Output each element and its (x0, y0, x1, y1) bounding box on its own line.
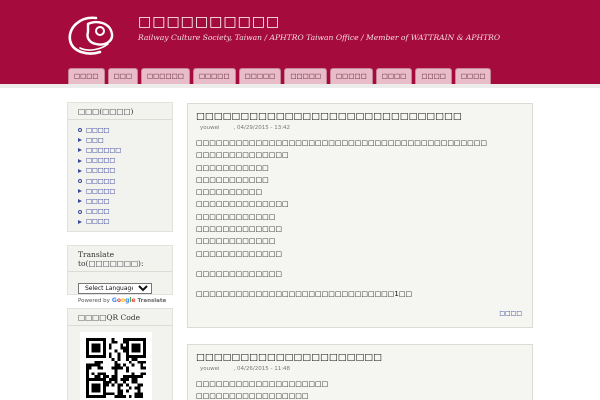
sidebar-menu-block: □□□(□□□□) □□□□ □□□ □□□□□□ □□□□□ □□□□□ □□… (67, 102, 173, 232)
body-line: □□□□□□□□□□□ (196, 163, 269, 172)
site-header: □□□□□□□□□□ Railway Culture Society, Taiw… (0, 0, 600, 84)
nav-tab-6[interactable]: □□□□□ (284, 68, 328, 84)
nav-tab-2[interactable]: □□□ (107, 68, 139, 84)
powered-by-google: Powered by Google Translate (78, 297, 172, 304)
body-line: □□□□□□□□□□□□□□ (196, 200, 289, 209)
body-line: □□□□□□□□□□□□□□□□□□□□□□□□□□□□□□□□□□□□□□□□… (196, 139, 488, 147)
article-body: □□□□□□□□□□□□□□□□□□□□□□□□□□□□□□□□□□□□□□□□… (196, 137, 532, 301)
post-date: , 04/26/2015 - 11:48 (233, 366, 291, 372)
body-line: □□□□□□□□□□□□□ (196, 249, 282, 258)
body-line: □□□□□□□□□□ (196, 188, 263, 197)
circle-bullet-icon (78, 179, 82, 184)
sidebar-item-label: □□□□□ (86, 177, 116, 185)
nav-tab-10[interactable]: □□□□ (454, 68, 492, 84)
qr-code-icon (80, 332, 152, 400)
triangle-bullet-icon (78, 219, 82, 224)
sidebar-menu-item[interactable]: □□□ (78, 135, 162, 145)
author-name[interactable]: youwei (200, 366, 220, 372)
body-line: □□□□□□□□□□□ (196, 175, 269, 184)
body-line: □□□□□□□□□□□□□□□□□ (196, 392, 309, 400)
sidebar-item-label: □□□□□ (86, 157, 116, 165)
sidebar-menu-item[interactable]: □□□□□ (78, 186, 162, 196)
powered-by-label: Powered by (78, 297, 110, 304)
sidebar-item-label: □□□□ (86, 126, 110, 134)
body-line: □□□□□□□□□□□□□ (196, 269, 282, 278)
article-meta: youwei , 04/29/2015 - 13:42 (200, 125, 532, 131)
article-teaser: □□□□□□□□□□□□□□□□□□□□□ youwei , 04/26/2015… (187, 344, 533, 400)
train-logo-icon[interactable] (66, 12, 118, 58)
sidebar-item-label: □□□□□□ (86, 146, 122, 154)
nav-tab-5[interactable]: □□□□□ (238, 68, 282, 84)
circle-bullet-icon (78, 209, 82, 214)
nav-tab-4[interactable]: □□□□□ (192, 68, 236, 84)
sidebar-item-label: □□□ (86, 136, 104, 144)
triangle-bullet-icon (78, 138, 82, 143)
nav-tab-1[interactable]: □□□□ (68, 68, 105, 84)
article-title-link[interactable]: □□□□□□□□□□□□□□□□□□□□□□□□□□□□□□ (196, 111, 532, 122)
translate-block: Translate to(□□□□□□□): Select Language P… (67, 245, 173, 304)
sidebar-menu-item[interactable]: □□□□□ (78, 176, 162, 186)
body-line: □□□□□□□□□□□□ (196, 237, 276, 246)
google-translate-link[interactable]: Translate (138, 298, 167, 304)
site-slogan: Railway Culture Society, Taiwan / APHTRO… (138, 33, 501, 42)
body-line: □□□□□□□□□□□□□□□□□□□□ (196, 380, 329, 388)
sidebar-menu-item[interactable]: □□□□ (78, 217, 162, 227)
triangle-bullet-icon (78, 189, 82, 194)
body-line: □□□□□□□□□□□□□ (196, 225, 282, 234)
primary-nav: □□□□ □□□ □□□□□□ □□□□□ □□□□□ □□□□□ □□□□□ … (68, 68, 492, 84)
article-meta: youwei , 04/26/2015 - 11:48 (200, 366, 532, 372)
qr-code-block: □□□□QR Code (67, 308, 173, 400)
nav-tab-7[interactable]: □□□□□ (330, 68, 373, 84)
sidebar-menu-item[interactable]: □□□□□ (78, 156, 162, 166)
site-name[interactable]: □□□□□□□□□□ (138, 14, 280, 30)
body-line: □□□□□□□□□□□□ (196, 212, 276, 221)
triangle-bullet-icon (78, 199, 82, 204)
sidebar-menu-item[interactable]: □□□□ (78, 125, 162, 135)
sidebar-menu-item[interactable]: □□□□□□ (78, 145, 162, 155)
sidebar-item-label: □□□□ (86, 218, 110, 226)
sidebar-menu: □□□□ □□□ □□□□□□ □□□□□ □□□□□ □□□□□ □□□□□ … (68, 123, 172, 227)
triangle-bullet-icon (78, 158, 82, 163)
article-body: □□□□□□□□□□□□□□□□□□□□ □□□□□□□□□□□□□□□□□ (196, 378, 532, 400)
read-more-link[interactable]: □□□□ (499, 310, 522, 317)
nav-tab-9[interactable]: □□□□ (415, 68, 452, 84)
sidebar-menu-item[interactable]: □□□□ (78, 196, 162, 206)
menu-block-title: □□□(□□□□) (68, 103, 172, 120)
sidebar-menu-item[interactable]: □□□□ (78, 207, 162, 217)
body-line: □□□□□□□□□□□□□□ (196, 151, 289, 160)
post-date: , 04/29/2015 - 13:42 (233, 125, 291, 131)
sidebar-item-label: □□□□ (86, 208, 110, 216)
sidebar-menu-item[interactable]: □□□□□ (78, 166, 162, 176)
nav-tab-8[interactable]: □□□□ (375, 68, 413, 84)
article-title-link[interactable]: □□□□□□□□□□□□□□□□□□□□□ (196, 352, 532, 363)
triangle-bullet-icon (78, 148, 82, 153)
article-teaser: □□□□□□□□□□□□□□□□□□□□□□□□□□□□□□ youwei, 0… (187, 103, 533, 328)
google-logo-icon: Google (111, 297, 136, 304)
sidebar-item-label: □□□□□ (86, 187, 116, 195)
header-divider (0, 84, 600, 88)
nav-tab-3[interactable]: □□□□□□ (141, 68, 190, 84)
language-select[interactable]: Select Language (78, 283, 152, 294)
triangle-bullet-icon (78, 168, 82, 173)
qr-block-title: □□□□QR Code (68, 309, 172, 326)
translate-block-title: Translate to(□□□□□□□): (68, 246, 172, 272)
author-name[interactable]: youwei (200, 125, 220, 131)
body-line: □□□□□□□□□□□□□□□□□□□□□□□□□□□□□□1□□ (196, 290, 413, 299)
sidebar-item-label: □□□□□ (86, 167, 116, 175)
circle-bullet-icon (78, 128, 82, 133)
sidebar-item-label: □□□□ (86, 197, 110, 205)
